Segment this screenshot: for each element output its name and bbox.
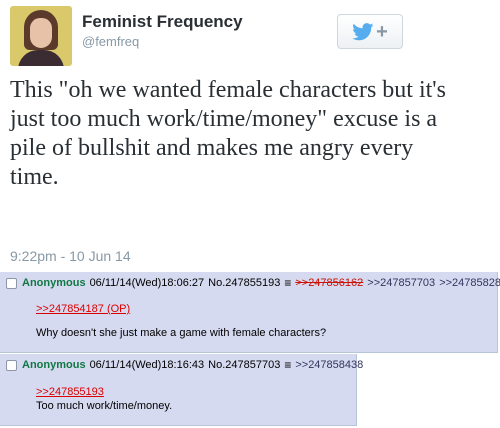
backlink[interactable]: >>247857703: [367, 277, 435, 289]
post-datetime: 06/11/14(Wed)18:16:43: [89, 359, 205, 371]
post-menu-icon[interactable]: ≡: [284, 358, 291, 372]
quote-link[interactable]: >>247855193: [36, 386, 104, 398]
post-number[interactable]: No.247857703: [208, 359, 280, 371]
avatar-body: [18, 50, 64, 66]
backlink[interactable]: >>247858287: [439, 277, 500, 289]
tweet-card: Feminist Frequency @femfreq + This "oh w…: [0, 0, 500, 270]
post-header: Anonymous 06/11/14(Wed)18:16:43 No.24785…: [6, 358, 367, 372]
avatar[interactable]: [10, 6, 72, 66]
tweet-text: This "oh we wanted female characters but…: [10, 77, 446, 190]
backlink[interactable]: >>247856162: [295, 277, 363, 289]
post-datetime: 06/11/14(Wed)18:06:27: [89, 277, 205, 289]
post-checkbox[interactable]: [6, 359, 17, 371]
user-handle[interactable]: @femfreq: [82, 34, 139, 49]
post-checkbox[interactable]: [6, 277, 17, 289]
display-name[interactable]: Feminist Frequency: [82, 12, 243, 32]
post-menu-icon[interactable]: ≡: [284, 276, 291, 290]
post-comment: Why doesn't she just make a game with fe…: [36, 327, 327, 339]
reply-post: Anonymous 06/11/14(Wed)18:16:43 No.24785…: [0, 354, 363, 426]
tweet-timestamp[interactable]: 9:22pm - 10 Jun 14: [10, 248, 131, 264]
twitter-bird-icon: [352, 22, 374, 40]
post-number[interactable]: No.247855193: [208, 277, 280, 289]
quote-link[interactable]: >>247854187 (OP): [36, 303, 130, 315]
post-author: Anonymous: [22, 359, 86, 371]
post-author: Anonymous: [22, 277, 86, 289]
avatar-face: [30, 18, 52, 48]
post-comment: Too much work/time/money.: [36, 400, 173, 412]
follow-button[interactable]: +: [337, 14, 403, 49]
backlink[interactable]: >>247858438: [295, 359, 363, 371]
post-header: Anonymous 06/11/14(Wed)18:06:27 No.24785…: [6, 276, 500, 290]
reply-post: Anonymous 06/11/14(Wed)18:06:27 No.24785…: [0, 272, 500, 353]
plus-icon: +: [376, 20, 388, 43]
